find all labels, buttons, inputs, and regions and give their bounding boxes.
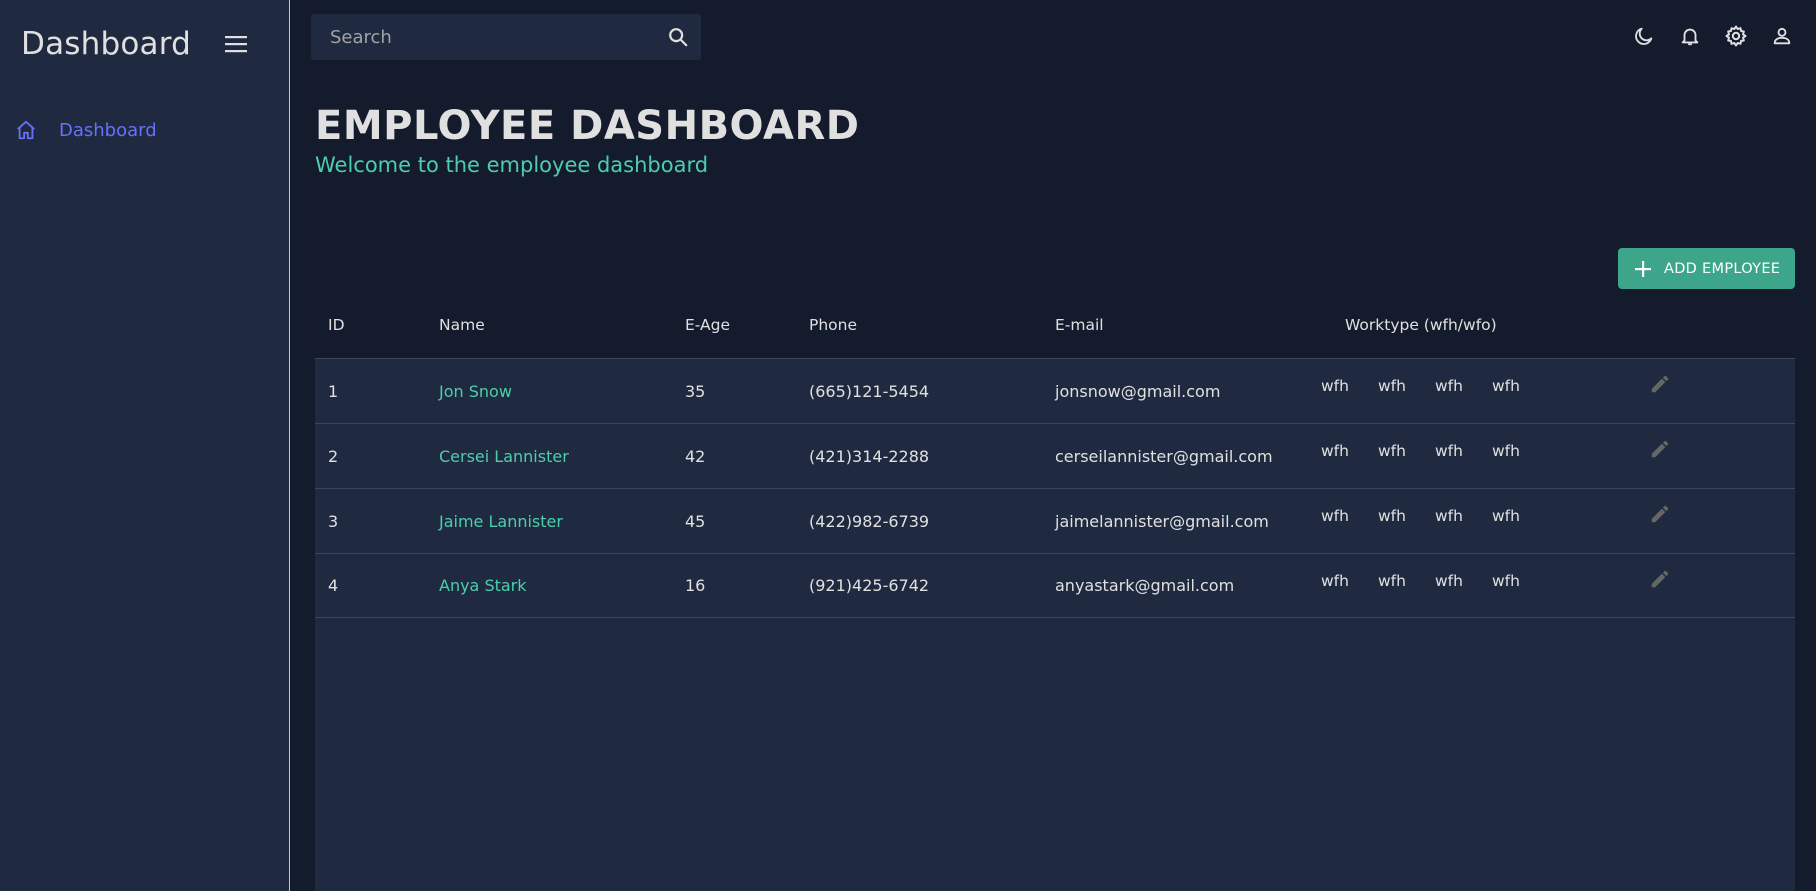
- theme-toggle-button[interactable]: [1628, 20, 1660, 52]
- cell-age: 16: [685, 576, 706, 595]
- profile-button[interactable]: [1766, 20, 1798, 52]
- table-header: ID Name E-Age Phone E-mail Worktype (wfh…: [315, 292, 1795, 358]
- column-header-email[interactable]: E-mail: [1055, 316, 1316, 334]
- cell-id: 2: [328, 446, 339, 466]
- search-button[interactable]: [655, 14, 701, 60]
- hamburger-menu-icon: [225, 36, 247, 53]
- cell-actions: [1646, 500, 1776, 528]
- cell-age: 35: [685, 381, 706, 401]
- sidebar-item-label: Dashboard: [59, 119, 157, 141]
- worktype-value: wfh: [1435, 571, 1463, 590]
- app-root: Dashboard Dashboard Search EMPLOYEE DASH…: [0, 0, 1816, 891]
- cell-email: jonsnow@gmail.com: [1055, 381, 1221, 401]
- cell-name: Jaime Lannister: [439, 511, 563, 531]
- table-row[interactable]: 3 Jaime Lannister 45 (422)982-6739 jaime…: [315, 488, 1795, 553]
- worktype-value: wfh: [1492, 507, 1520, 525]
- worktype-value: wfh: [1492, 571, 1520, 590]
- table-row[interactable]: 1 Jon Snow 35 (665)121-5454 jonsnow@gmai…: [315, 358, 1795, 423]
- bell-icon: [1681, 28, 1699, 46]
- cell-phone: (665)121-5454: [809, 381, 930, 401]
- page-header: EMPLOYEE DASHBOARD Welcome to the employ…: [315, 103, 859, 177]
- worktype-value: wfh: [1492, 377, 1520, 395]
- page-title: EMPLOYEE DASHBOARD: [315, 103, 860, 149]
- worktype-value: wfh: [1435, 507, 1463, 525]
- cell-phone: (921)425-6742: [809, 576, 930, 595]
- topbar-icons: [1628, 20, 1798, 52]
- table-body: 1 Jon Snow 35 (665)121-5454 jonsnow@gmai…: [315, 358, 1795, 891]
- worktype-value: wfh: [1378, 442, 1406, 460]
- edit-button[interactable]: [1646, 370, 1674, 398]
- edit-button[interactable]: [1646, 565, 1674, 593]
- column-header-phone[interactable]: Phone: [809, 316, 1055, 334]
- cell-worktype: wfh wfh wfh wfh: [1316, 572, 1646, 590]
- pencil-icon: [1651, 570, 1669, 587]
- cell-id: 1: [328, 381, 339, 401]
- cell-phone: (421)314-2288: [809, 446, 930, 466]
- cell-name: Cersei Lannister: [439, 446, 569, 466]
- menu-toggle-button[interactable]: [220, 28, 252, 60]
- page-subtitle: Welcome to the employee dashboard: [315, 153, 709, 177]
- person-icon: [1773, 27, 1791, 45]
- cell-actions: [1646, 370, 1776, 398]
- home-icon: [14, 118, 38, 142]
- sidebar: Dashboard Dashboard: [0, 0, 290, 891]
- cell-email: jaimelannister@gmail.com: [1055, 511, 1269, 531]
- worktype-value: wfh: [1435, 442, 1463, 460]
- cell-id: 4: [328, 576, 339, 595]
- worktype-value: wfh: [1378, 571, 1406, 590]
- cell-age: 45: [685, 511, 706, 531]
- worktype-value: wfh: [1321, 571, 1349, 590]
- sidebar-title: Dashboard: [21, 26, 191, 62]
- worktype-value: wfh: [1321, 507, 1349, 525]
- cell-name: Jon Snow: [439, 381, 512, 401]
- plus-icon: [1632, 258, 1654, 280]
- cell-id: 3: [328, 511, 339, 531]
- pencil-icon: [1651, 375, 1669, 393]
- cell-worktype: wfh wfh wfh wfh: [1316, 377, 1646, 395]
- worktype-value: wfh: [1321, 442, 1349, 460]
- notifications-button[interactable]: [1674, 20, 1706, 52]
- topbar: [290, 0, 1816, 72]
- sidebar-item-dashboard[interactable]: Dashboard: [0, 110, 289, 150]
- moon-icon: [1635, 27, 1653, 45]
- column-header-worktype[interactable]: Worktype (wfh/wfo): [1316, 316, 1646, 334]
- search-input[interactable]: [311, 14, 655, 60]
- add-employee-label: ADD EMPLOYEE: [1664, 260, 1781, 277]
- table-row[interactable]: 4 Anya Stark 16 (921)425-6742 anyastark@…: [315, 553, 1795, 618]
- column-header-age[interactable]: E-Age: [685, 316, 809, 334]
- worktype-value: wfh: [1378, 507, 1406, 525]
- worktype-value: wfh: [1321, 377, 1349, 395]
- employee-table: ID Name E-Age Phone E-mail Worktype (wfh…: [315, 292, 1795, 891]
- cell-name: Anya Stark: [439, 576, 527, 595]
- table-row[interactable]: 2 Cersei Lannister 42 (421)314-2288 cers…: [315, 423, 1795, 488]
- cell-worktype: wfh wfh wfh wfh: [1316, 507, 1646, 525]
- column-header-name[interactable]: Name: [439, 316, 685, 334]
- settings-button[interactable]: [1720, 20, 1752, 52]
- pencil-icon: [1651, 440, 1669, 458]
- edit-button[interactable]: [1646, 435, 1674, 463]
- pencil-icon: [1651, 505, 1669, 523]
- cell-age: 42: [685, 446, 706, 466]
- cell-phone: (422)982-6739: [809, 511, 930, 531]
- search-icon: [669, 28, 688, 47]
- cell-email: cerseilannister@gmail.com: [1055, 446, 1273, 466]
- column-header-id[interactable]: ID: [315, 316, 439, 334]
- cell-email: anyastark@gmail.com: [1055, 576, 1235, 595]
- cell-actions: [1646, 435, 1776, 463]
- cell-actions: [1646, 565, 1776, 593]
- gear-icon: [1725, 25, 1747, 47]
- main-content: EMPLOYEE DASHBOARD Welcome to the employ…: [290, 0, 1816, 891]
- worktype-value: wfh: [1378, 377, 1406, 395]
- worktype-value: wfh: [1435, 377, 1463, 395]
- cell-worktype: wfh wfh wfh wfh: [1316, 442, 1646, 460]
- edit-button[interactable]: [1646, 500, 1674, 528]
- add-employee-button[interactable]: ADD EMPLOYEE: [1618, 248, 1795, 289]
- search-bar: [311, 14, 701, 60]
- worktype-value: wfh: [1492, 442, 1520, 460]
